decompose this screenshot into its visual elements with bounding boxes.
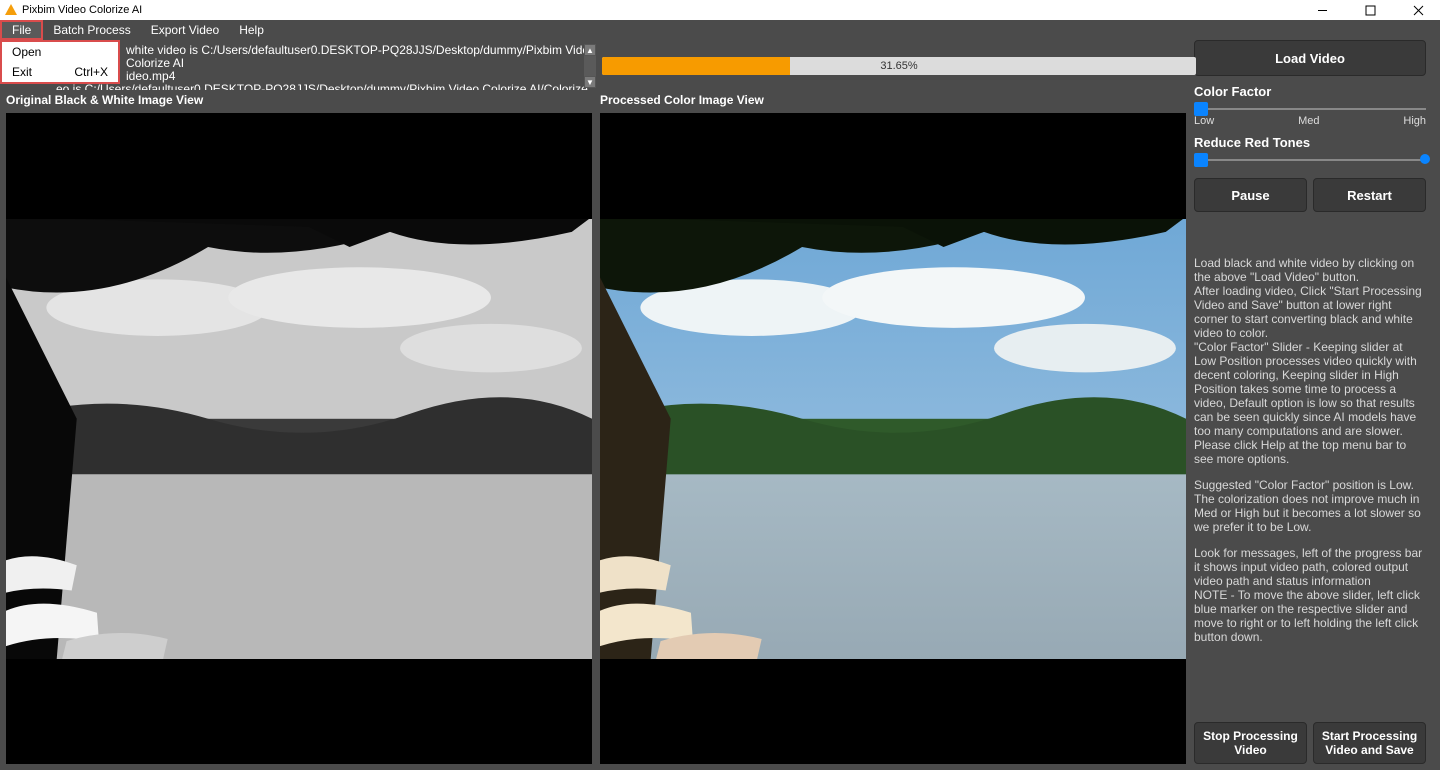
file-menu-dropdown: Open Exit Ctrl+X [0, 40, 120, 84]
start-processing-button[interactable]: Start Processing Video and Save [1313, 722, 1426, 764]
color-factor-slider[interactable] [1194, 105, 1426, 113]
progress-bar: 31.65% [602, 56, 1196, 76]
processed-image-view [600, 113, 1186, 764]
menu-file-open-label: Open [12, 45, 41, 59]
menu-batch-process[interactable]: Batch Process [43, 20, 140, 40]
menu-file[interactable]: File [0, 20, 43, 40]
minimize-button[interactable] [1304, 0, 1340, 20]
scale-high: High [1403, 115, 1426, 127]
log-scrollbar[interactable]: ▲ ▼ [584, 44, 596, 88]
help-text: Load black and white video by clicking o… [1194, 256, 1426, 656]
help-paragraph: Please click Help at the top menu bar to… [1194, 438, 1426, 466]
bw-scene-image [6, 219, 592, 659]
help-paragraph: Load black and white video by clicking o… [1194, 256, 1426, 284]
processed-view-panel: Processed Color Image View [600, 90, 1186, 764]
title-bar: Pixbim Video Colorize AI [0, 0, 1440, 20]
help-paragraph: Look for messages, left of the progress … [1194, 546, 1426, 588]
menu-file-exit[interactable]: Exit Ctrl+X [2, 62, 118, 82]
color-factor-group: Color Factor Low Med High [1194, 82, 1426, 127]
original-view-label: Original Black & White Image View [6, 90, 592, 113]
menu-help[interactable]: Help [229, 20, 274, 40]
help-paragraph: NOTE - To move the above slider, left cl… [1194, 588, 1426, 644]
scale-med: Med [1298, 115, 1319, 127]
progress-text: 31.65% [880, 60, 917, 72]
restart-button[interactable]: Restart [1313, 178, 1426, 212]
reduce-red-slider[interactable] [1194, 156, 1426, 164]
menu-bar: File Batch Process Export Video Help Ope… [0, 20, 1440, 40]
log-line: eo is C:/Users/defaultuser0.DESKTOP-PQ28… [6, 83, 596, 90]
scroll-track[interactable] [584, 56, 596, 76]
maximize-button[interactable] [1352, 0, 1388, 20]
reduce-red-label: Reduce Red Tones [1194, 135, 1426, 150]
window-title: Pixbim Video Colorize AI [22, 4, 142, 16]
reduce-red-group: Reduce Red Tones [1194, 133, 1426, 166]
reduce-red-end-marker [1420, 154, 1430, 164]
menu-export-video[interactable]: Export Video [141, 20, 230, 40]
reduce-red-thumb[interactable] [1194, 153, 1208, 167]
app-icon [4, 3, 18, 17]
scroll-up-icon[interactable]: ▲ [584, 44, 596, 56]
progress-fill [602, 57, 790, 75]
help-paragraph: "Color Factor" Slider - Keeping slider a… [1194, 340, 1426, 438]
menu-file-exit-label: Exit [12, 65, 32, 79]
color-scene-image [600, 219, 1186, 659]
load-video-button[interactable]: Load Video [1194, 40, 1426, 76]
pause-button[interactable]: Pause [1194, 178, 1307, 212]
menu-file-exit-shortcut: Ctrl+X [74, 65, 108, 79]
processed-view-label: Processed Color Image View [600, 90, 1186, 113]
color-factor-thumb[interactable] [1194, 102, 1208, 116]
close-button[interactable] [1400, 0, 1436, 20]
color-factor-label: Color Factor [1194, 84, 1426, 99]
sidebar: Load Video Color Factor Low Med High Red… [1194, 40, 1426, 764]
help-paragraph: Suggested "Color Factor" position is Low… [1194, 478, 1426, 534]
original-view-panel: Original Black & White Image View [6, 90, 592, 764]
original-image-view [6, 113, 592, 764]
scroll-down-icon[interactable]: ▼ [584, 76, 596, 88]
scale-low: Low [1194, 115, 1214, 127]
menu-file-open[interactable]: Open [2, 42, 118, 62]
stop-processing-button[interactable]: Stop Processing Video [1194, 722, 1307, 764]
help-paragraph: After loading video, Click "Start Proces… [1194, 284, 1426, 340]
